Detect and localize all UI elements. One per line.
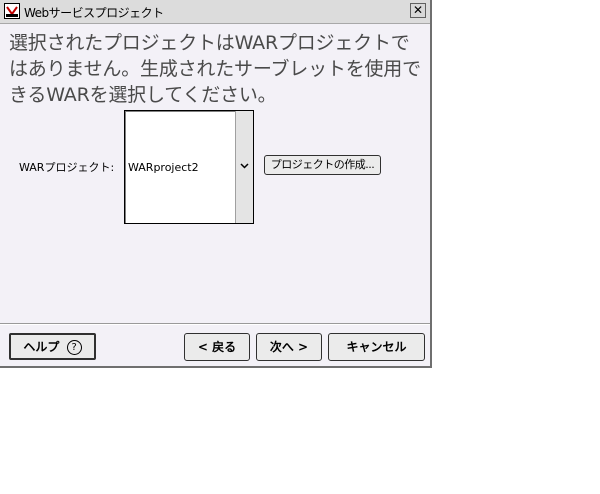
app-icon xyxy=(4,3,20,19)
next-button[interactable]: 次へ > xyxy=(256,333,322,361)
warning-message: 選択されたプロジェクトはWARプロジェクトではありません。生成されたサーブレット… xyxy=(9,32,421,106)
help-button[interactable]: ヘルプ ? xyxy=(9,333,96,360)
help-button-label: ヘルプ xyxy=(23,340,60,354)
war-project-label: WARプロジェクト: xyxy=(19,161,115,174)
cancel-button[interactable]: キャンセル xyxy=(328,333,425,361)
close-button[interactable]: ✕ xyxy=(410,3,426,18)
create-project-button[interactable]: プロジェクトの作成... xyxy=(264,155,381,175)
help-icon: ? xyxy=(66,340,82,355)
window-title: Webサービスプロジェクト xyxy=(24,6,164,20)
war-project-selected-value: WARproject2 xyxy=(128,161,199,174)
war-project-select[interactable]: WARproject2 xyxy=(124,110,254,224)
title-bar: Webサービスプロジェクト ✕ xyxy=(0,0,430,24)
chevron-down-icon xyxy=(240,161,249,172)
back-button[interactable]: < 戻る xyxy=(184,333,250,361)
web-service-project-dialog: Webサービスプロジェクト ✕ 選択されたプロジェクトはWARプロジェクトではあ… xyxy=(0,0,432,368)
dropdown-toggle[interactable] xyxy=(235,111,253,223)
footer-divider-highlight xyxy=(0,324,430,325)
close-icon: ✕ xyxy=(412,3,424,17)
